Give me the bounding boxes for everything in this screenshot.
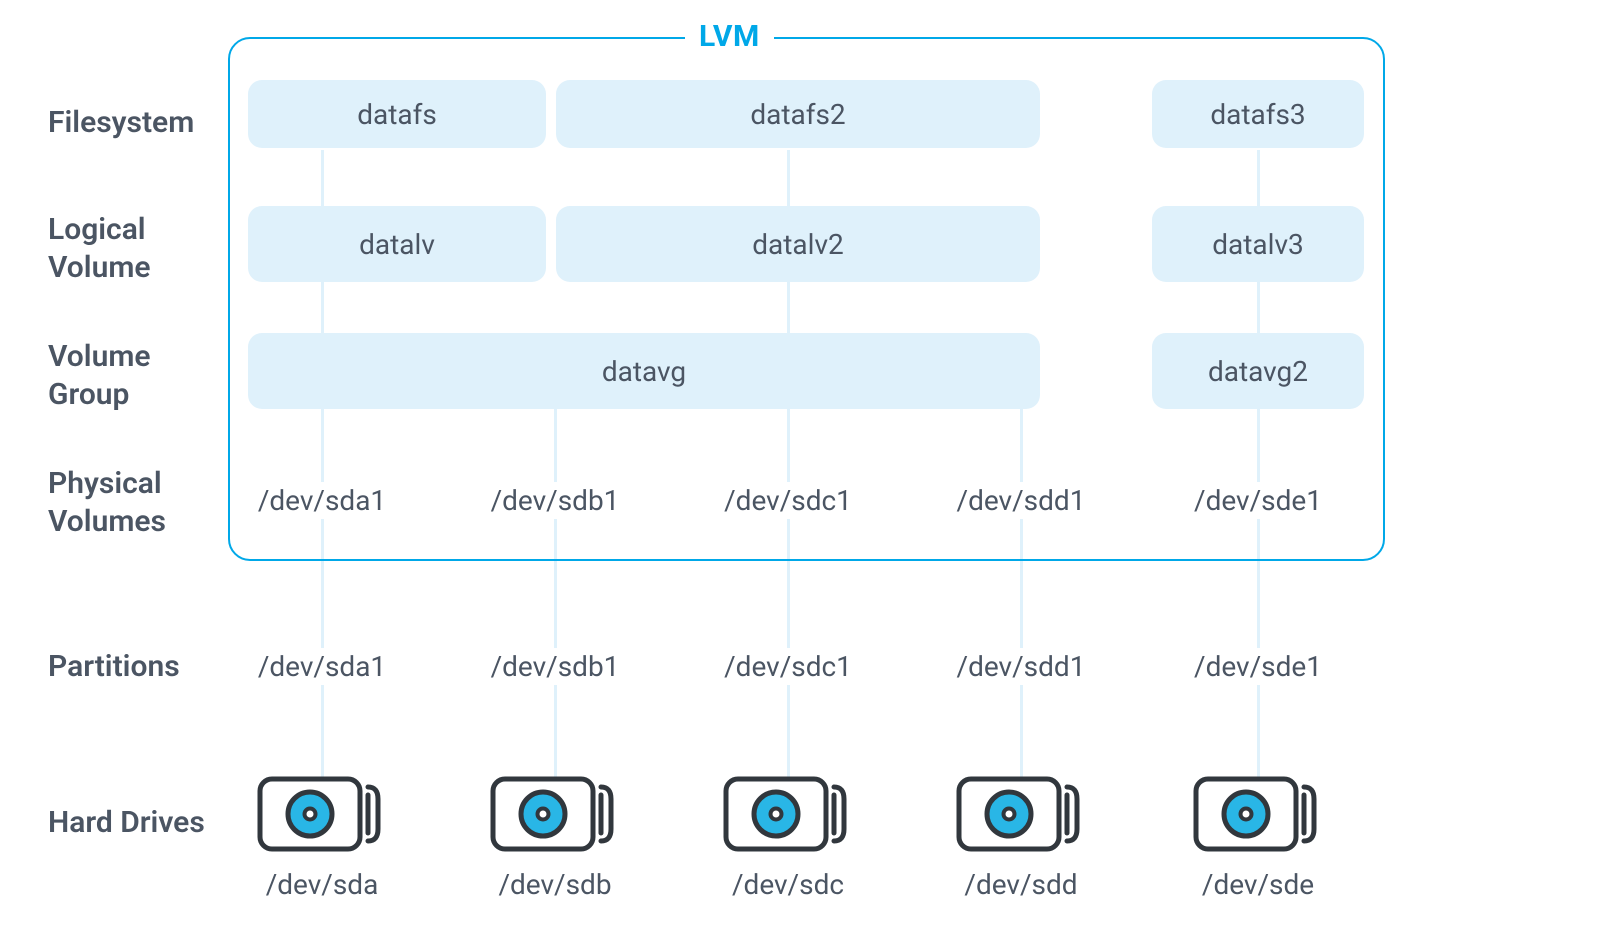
hard-drive-label-5: /dev/sde — [1202, 868, 1314, 901]
label-line: Volume — [48, 250, 151, 285]
hard-drive-label-4: /dev/sdd — [964, 868, 1077, 901]
label-line: Group — [48, 377, 129, 412]
partition-1: /dev/sda1 — [252, 648, 392, 685]
connector-col-4 — [1020, 405, 1023, 790]
lvm-title: LVM — [685, 19, 774, 54]
lv-block-1: datalv — [248, 206, 546, 282]
partition-4: /dev/sdd1 — [951, 648, 1092, 685]
hard-drive-icon — [1192, 775, 1324, 857]
label-line: Physical — [48, 466, 162, 501]
pv-3: /dev/sdc1 — [718, 482, 858, 519]
label-volume-group: Volume Group — [48, 338, 151, 413]
vg-block-1: datavg — [248, 333, 1040, 409]
partition-5: /dev/sde1 — [1188, 648, 1328, 685]
hard-drive-icon — [722, 775, 854, 857]
hard-drive-label-1: /dev/sda — [266, 868, 379, 901]
label-logical-volume: Logical Volume — [48, 211, 151, 286]
lv-block-3: datalv3 — [1152, 206, 1364, 282]
hard-drive-label-2: /dev/sdb — [498, 868, 611, 901]
fs-block-1: datafs — [248, 80, 546, 148]
hard-drive-label-3: /dev/sdc — [732, 868, 844, 901]
hard-drive-icon — [256, 775, 388, 857]
label-partitions: Partitions — [48, 648, 180, 686]
label-hard-drives: Hard Drives — [48, 804, 205, 842]
pv-5: /dev/sde1 — [1188, 482, 1328, 519]
partition-3: /dev/sdc1 — [718, 648, 858, 685]
pv-4: /dev/sdd1 — [951, 482, 1092, 519]
pv-2: /dev/sdb1 — [485, 482, 626, 519]
label-line: Volumes — [48, 504, 166, 539]
partition-2: /dev/sdb1 — [485, 648, 626, 685]
lv-block-2: datalv2 — [556, 206, 1040, 282]
hard-drive-icon — [955, 775, 1087, 857]
label-line: Logical — [48, 212, 146, 247]
fs-block-2: datafs2 — [556, 80, 1040, 148]
pv-1: /dev/sda1 — [252, 482, 392, 519]
vg-block-2: datavg2 — [1152, 333, 1364, 409]
label-filesystem: Filesystem — [48, 104, 194, 142]
label-line: Volume — [48, 339, 151, 374]
hard-drive-icon — [489, 775, 621, 857]
label-physical-volumes: Physical Volumes — [48, 465, 166, 540]
connector-col-2 — [554, 405, 557, 790]
fs-block-3: datafs3 — [1152, 80, 1364, 148]
